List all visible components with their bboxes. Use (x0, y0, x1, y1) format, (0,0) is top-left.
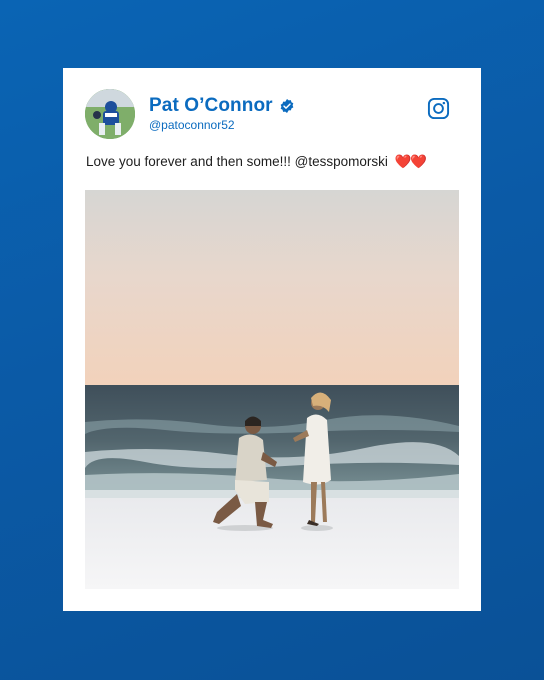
avatar[interactable] (85, 89, 135, 139)
post-card: Pat O’Connor @patoconnor52 Love you fore… (63, 68, 481, 611)
instagram-icon[interactable] (427, 97, 450, 120)
post-caption: Love you forever and then some!!! @tessp… (86, 154, 428, 170)
heart-emoji: ❤️❤️ (394, 154, 428, 169)
author-name[interactable]: Pat O’Connor (149, 95, 273, 117)
author-handle[interactable]: @patoconnor52 (149, 118, 235, 132)
caption-text: Love you forever and then some!!! @tessp… (86, 154, 388, 169)
post-photo[interactable] (85, 190, 459, 589)
verified-badge-icon (280, 99, 293, 113)
author-row: Pat O’Connor (149, 95, 295, 117)
